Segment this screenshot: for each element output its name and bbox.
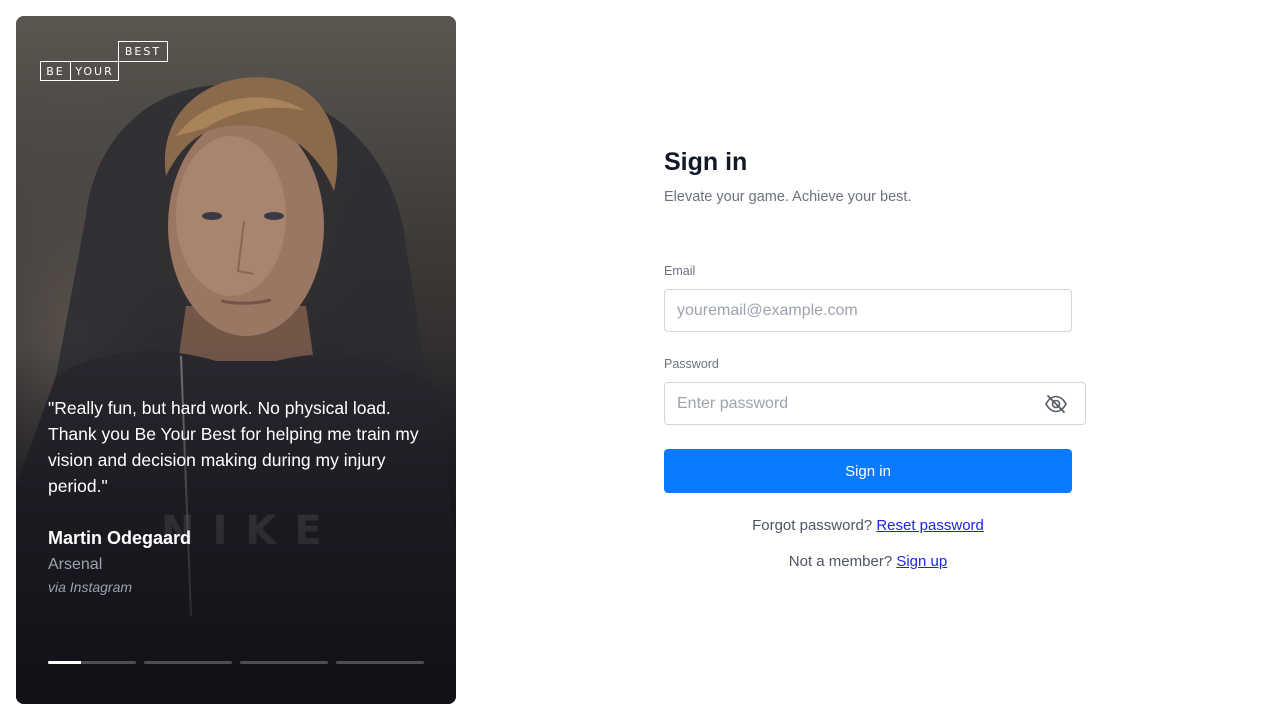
password-field[interactable] <box>664 382 1086 425</box>
carousel-segment[interactable] <box>336 661 424 664</box>
email-label: Email <box>664 264 696 278</box>
carousel-progress <box>48 661 424 664</box>
testimonial-author-name: Martin Odegaard <box>48 528 192 548</box>
testimonial-author-club: Arsenal <box>48 556 103 573</box>
logo-your: YOUR <box>70 61 119 81</box>
carousel-segment[interactable] <box>240 661 328 664</box>
testimonial-source: via Instagram <box>48 579 133 595</box>
logo-best: BEST <box>118 41 168 62</box>
carousel-segment-fill <box>48 661 82 664</box>
page-title: Sign in <box>664 148 748 176</box>
carousel-segment[interactable] <box>144 661 232 664</box>
sign-in-form-header: Sign in Elevate your game. Achieve your … <box>664 146 1086 205</box>
eye-slash-icon[interactable] <box>1043 392 1069 416</box>
forgot-password-row: Forgot password? Reset password <box>664 517 1072 534</box>
brand-logo: BEST BE YOUR <box>40 41 168 81</box>
signup-row: Not a member? Sign up <box>664 553 1072 570</box>
sign-in-button[interactable]: Sign in <box>664 449 1072 493</box>
carousel-segment[interactable] <box>48 661 136 664</box>
testimonial-quote: "Really fun, but hard work. No physical … <box>48 398 419 496</box>
sign-up-link[interactable]: Sign up <box>896 553 947 570</box>
reset-password-link[interactable]: Reset password <box>876 517 984 534</box>
logo-be: BE <box>40 61 71 81</box>
forgot-password-text: Forgot password? <box>752 517 873 534</box>
testimonial-panel: NIKE BEST BE YOUR "Really fun, but hard … <box>16 16 456 704</box>
signup-text: Not a member? <box>788 553 893 570</box>
password-label: Password <box>664 357 719 371</box>
page-subtitle: Elevate your game. Achieve your best. <box>664 189 912 205</box>
email-field[interactable] <box>664 289 1072 332</box>
